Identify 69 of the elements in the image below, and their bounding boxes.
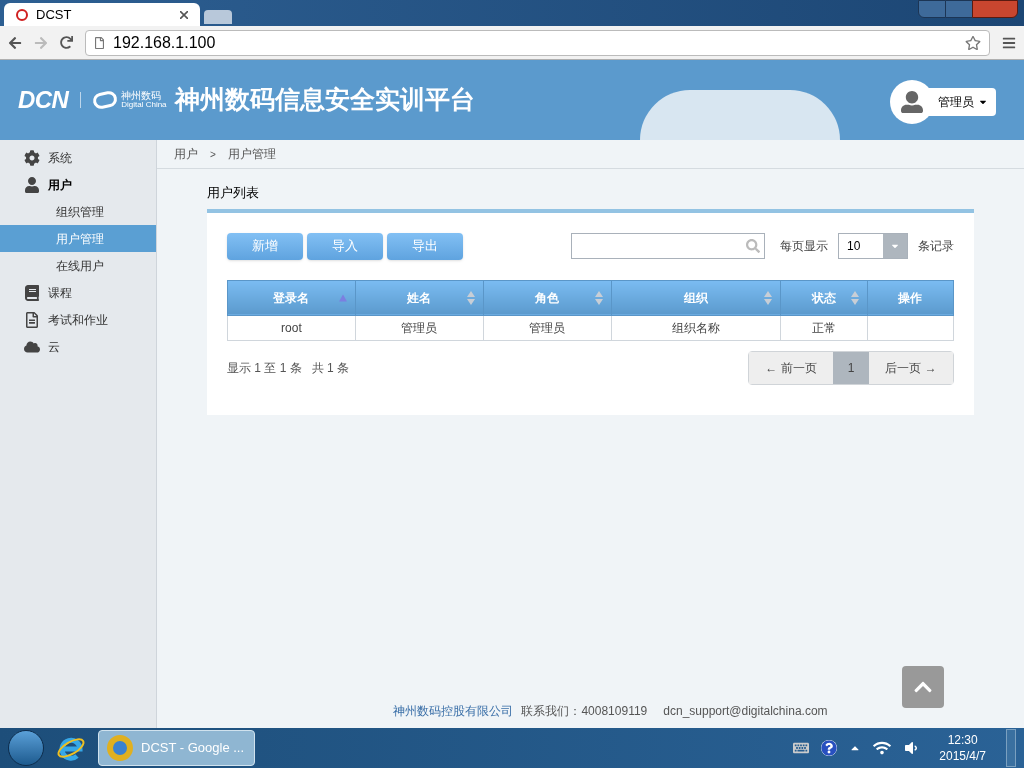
user-silhouette-icon [901, 90, 923, 114]
bookmark-star-icon[interactable] [965, 34, 981, 51]
tab-title: DCST [36, 5, 73, 24]
close-window-button[interactable] [972, 0, 1018, 18]
back-to-top-button[interactable] [902, 666, 944, 708]
previous-page-button[interactable]: ← 前一页 [749, 351, 833, 384]
cloud-icon [24, 338, 40, 355]
breadcrumb-link[interactable]: 用户 [174, 145, 198, 163]
page-size-suffix: 条记录 [918, 238, 954, 255]
start-button[interactable] [8, 730, 44, 766]
company-link[interactable]: 神州数码控股有限公司 [393, 702, 514, 720]
swirl-logo-icon [91, 89, 119, 111]
page-size-label: 每页显示 [780, 238, 828, 255]
next-page-button[interactable]: 后一页 → [869, 351, 953, 384]
settings-icon [24, 149, 40, 166]
column-header: 操作 [867, 280, 954, 315]
contact-text: 联系我们：4008109119 [521, 703, 648, 720]
panel-title: 用户列表 [207, 184, 260, 202]
sidebar-item[interactable]: 课程 [0, 279, 156, 306]
sort-icon [594, 290, 603, 305]
user-icon [24, 176, 40, 193]
url-text: 192.168.1.100 [113, 32, 217, 53]
tab-close-icon[interactable] [180, 10, 188, 19]
sidebar-item[interactable]: 用户 [0, 171, 156, 198]
maximize-button[interactable] [946, 0, 972, 18]
sidebar-item[interactable]: 云 [0, 333, 156, 360]
search-icon [746, 239, 760, 253]
table-cell: 管理员 [483, 315, 612, 340]
doc-icon [24, 311, 40, 328]
sort-ascending-icon [338, 294, 347, 301]
reload-icon[interactable] [60, 36, 73, 49]
sort-icon [764, 290, 773, 305]
brand-name: 神州数码 [121, 91, 162, 101]
sidebar-subitem[interactable]: 组织管理 [0, 198, 156, 225]
help-icon[interactable] [821, 740, 838, 756]
brand-english-name: Digital China [121, 101, 167, 109]
user-menu[interactable]: 管理员 [890, 80, 996, 124]
table-cell: 管理员 [355, 315, 484, 340]
sidebar-item[interactable]: 考试和作业 [0, 306, 156, 333]
user-name: 管理员 [938, 94, 974, 111]
sidebar-item[interactable]: 系统 [0, 144, 156, 171]
table-cell: root [227, 315, 356, 340]
table-cell: 组织名称 [611, 315, 781, 340]
browser-tab[interactable]: DCST [4, 3, 200, 26]
page-size-select[interactable]: 10 [838, 233, 908, 259]
wifi-icon[interactable] [873, 739, 892, 757]
support-email: dcn_support@digitalchina.com [663, 703, 828, 720]
minimize-button[interactable] [918, 0, 946, 18]
site-logo-icon [16, 8, 28, 21]
record-summary: 显示 1 至 1 条 共 1 条 [227, 359, 350, 377]
table-cell: 正常 [780, 315, 868, 340]
breadcrumb-link[interactable]: 用户管理 [227, 145, 276, 163]
address-field[interactable]: 192.168.1.100 [85, 29, 990, 56]
book-icon [24, 284, 40, 301]
logo-text: DCN [18, 85, 69, 115]
keyboard-icon[interactable] [793, 740, 810, 756]
speaker-icon[interactable] [903, 740, 920, 756]
clock-date: 2015/4/7 [939, 748, 986, 764]
sidebar-subitem[interactable]: 在线用户 [0, 252, 156, 279]
menu-icon[interactable] [1002, 35, 1016, 50]
clock-time: 12:30 [947, 732, 978, 748]
breadcrumb-separator: > [210, 147, 216, 162]
site-title: 神州数码信息安全实训平台 [174, 84, 475, 116]
sort-icon [850, 290, 859, 305]
page-number-button[interactable]: 1 [833, 351, 869, 384]
page-icon [94, 36, 105, 49]
search-field[interactable] [571, 233, 765, 259]
sort-icon [466, 290, 475, 305]
back-icon[interactable] [8, 35, 22, 50]
